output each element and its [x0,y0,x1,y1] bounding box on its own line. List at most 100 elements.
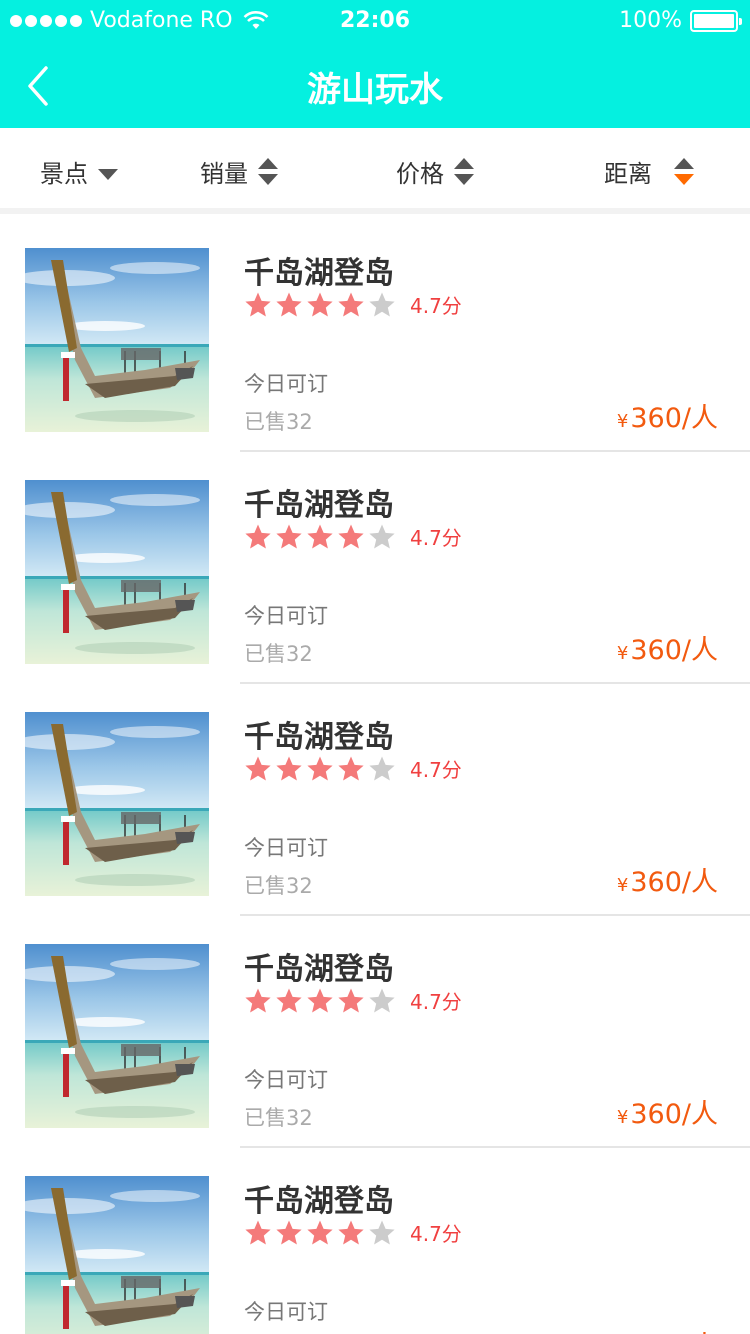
sold-count: 已售32 [244,410,313,434]
currency-symbol: ¥ [616,875,629,896]
list-item[interactable]: 千岛湖登岛 4.7分 今日可订 已售32 ¥ 360/人 [0,916,750,1148]
product-list: 千岛湖登岛 4.7分 今日可订 已售32 ¥ 360/人 千岛湖登岛 4.7分 … [0,220,750,1334]
product-thumbnail [25,480,209,664]
star-filled-icon [338,756,364,780]
star-rating [244,755,396,783]
star-filled-icon [307,1220,333,1244]
rating: 4.7分 [244,522,462,551]
star-filled-icon [245,292,271,316]
availability-text: 今日可订 [244,604,328,628]
star-filled-icon [307,292,333,316]
star-filled-icon [276,524,302,548]
rating: 4.7分 [244,1218,462,1247]
rating-score: 4.7分 [410,990,462,1014]
star-filled-icon [276,1220,302,1244]
filter-label: 销量 [200,159,248,188]
filter-sales[interactable]: 销量 [200,128,278,214]
rating-score: 4.7分 [410,1222,462,1246]
filter-label: 价格 [396,159,444,188]
availability-text: 今日可订 [244,372,328,396]
price: ¥ 360/人 [617,1324,718,1334]
currency-symbol: ¥ [616,1107,629,1128]
availability-text: 今日可订 [244,1300,328,1324]
boat-photo [25,712,209,896]
rating: 4.7分 [244,754,462,783]
star-filled-icon [338,1220,364,1244]
star-empty-icon [369,1220,395,1244]
price-value: 360/人 [630,1324,718,1334]
product-name: 千岛湖登岛 [244,1184,394,1219]
product-thumbnail [25,1176,209,1334]
star-rating [244,1219,396,1247]
star-filled-icon [307,988,333,1012]
price-value: 360/人 [630,1099,718,1130]
star-filled-icon [276,292,302,316]
currency-symbol: ¥ [616,411,629,432]
star-filled-icon [338,292,364,316]
status-bar: Vodafone RO 22:06 100% [0,0,750,40]
star-rating [244,291,396,319]
star-filled-icon [338,524,364,548]
star-filled-icon [307,524,333,548]
star-empty-icon [369,292,395,316]
app-header: Vodafone RO 22:06 100% 游山玩水 [0,0,750,128]
page-title: 游山玩水 [307,70,443,110]
rating-score: 4.7分 [410,294,462,318]
rating: 4.7分 [244,986,462,1015]
triangle-down-icon [98,168,118,180]
price: ¥ 360/人 [617,860,718,899]
star-rating [244,987,396,1015]
rating: 4.7分 [244,290,462,319]
star-empty-icon [369,524,395,548]
star-rating [244,523,396,551]
sold-count: 已售32 [244,1106,313,1130]
rating-score: 4.7分 [410,526,462,550]
availability-text: 今日可订 [244,836,328,860]
product-thumbnail [25,712,209,896]
status-right: 100% [619,8,742,33]
star-filled-icon [338,988,364,1012]
boat-photo [25,248,209,432]
battery-percent: 100% [619,8,682,33]
product-name: 千岛湖登岛 [244,256,394,291]
sold-count: 已售32 [244,642,313,666]
currency-symbol: ¥ [616,643,629,664]
sort-icon [674,157,694,185]
boat-photo [25,480,209,664]
rating-score: 4.7分 [410,758,462,782]
star-empty-icon [369,988,395,1012]
price-value: 360/人 [630,635,718,666]
availability-text: 今日可订 [244,1068,328,1092]
price: ¥ 360/人 [617,628,718,667]
star-filled-icon [245,756,271,780]
list-item[interactable]: 千岛湖登岛 4.7分 今日可订 已售32 ¥ 360/人 [0,684,750,916]
boat-photo [25,1176,209,1334]
sold-count: 已售32 [244,874,313,898]
filter-scenic[interactable]: 景点 [40,128,118,214]
filter-price[interactable]: 价格 [396,128,474,214]
star-filled-icon [245,524,271,548]
filter-label: 距离 [604,159,652,188]
list-item[interactable]: 千岛湖登岛 4.7分 今日可订 已售32 ¥ 360/人 [0,452,750,684]
product-name: 千岛湖登岛 [244,952,394,987]
price: ¥ 360/人 [617,396,718,435]
star-filled-icon [245,988,271,1012]
list-item[interactable]: 千岛湖登岛 4.7分 今日可订 已售32 ¥ 360/人 [0,220,750,452]
price-value: 360/人 [630,867,718,898]
boat-photo [25,944,209,1128]
star-filled-icon [276,988,302,1012]
price-value: 360/人 [630,403,718,434]
filter-label: 景点 [40,159,88,188]
filter-bar: 景点 销量 价格 距离 [0,128,750,214]
sort-icon [454,157,474,185]
price: ¥ 360/人 [617,1092,718,1131]
star-filled-icon [245,1220,271,1244]
product-name: 千岛湖登岛 [244,720,394,755]
product-thumbnail [25,248,209,432]
filter-distance[interactable]: 距离 [604,128,694,214]
star-empty-icon [369,756,395,780]
product-thumbnail [25,944,209,1128]
list-item[interactable]: 千岛湖登岛 4.7分 今日可订 已售32 ¥ 360/人 [0,1148,750,1334]
star-filled-icon [276,756,302,780]
product-name: 千岛湖登岛 [244,488,394,523]
